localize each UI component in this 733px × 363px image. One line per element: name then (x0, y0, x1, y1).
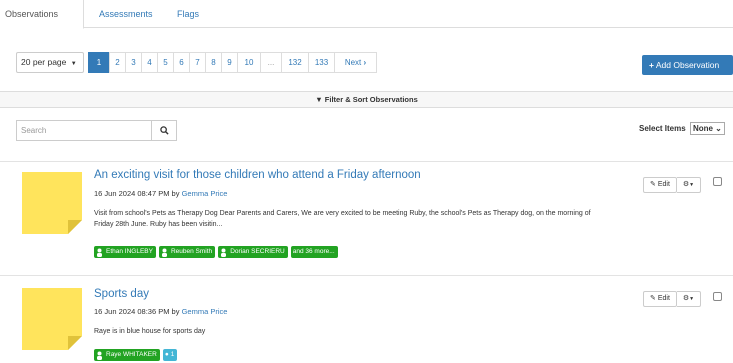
page-link[interactable]: 9 (221, 52, 238, 73)
comments-badge[interactable]: ● 1 (162, 349, 178, 361)
pencil-icon: ✎ (650, 295, 656, 302)
edit-label: Edit (657, 181, 670, 188)
add-observation-label: Add Observation (655, 60, 720, 70)
observation-description: Raye is in blue house for sports day (94, 328, 206, 335)
filter-icon: ▼ (315, 95, 323, 104)
divider (0, 275, 733, 276)
page-link[interactable]: 6 (173, 52, 190, 73)
plus-icon: + (649, 60, 654, 70)
child-tag[interactable]: Dorian SECRIERU (218, 246, 288, 258)
search-button[interactable] (151, 120, 177, 141)
tab-observations[interactable]: Observations (0, 0, 84, 29)
page-link[interactable]: 8 (205, 52, 222, 73)
page-link[interactable]: 10 (237, 52, 261, 73)
observation-meta: 16 Jun 2024 08:36 PM by Gemma Price (94, 307, 227, 316)
page-link[interactable]: 5 (157, 52, 174, 73)
per-page-label: 20 per page (21, 57, 67, 67)
select-items-label: Select Items (639, 124, 686, 133)
page-ellipsis: ... (260, 52, 282, 73)
page-link[interactable]: 4 (141, 52, 158, 73)
observation-date: 16 Jun 2024 08:47 PM by (94, 189, 180, 198)
select-checkbox[interactable] (713, 177, 722, 186)
select-items-value: None (692, 124, 713, 133)
select-checkbox[interactable] (713, 292, 722, 301)
pencil-icon: ✎ (650, 181, 656, 188)
child-tag[interactable]: Raye WHITAKER (94, 349, 160, 361)
page-link[interactable]: 133 (308, 52, 335, 73)
observations-panel: Observations Assessments Flags 20 per pa… (0, 0, 733, 363)
observation-author[interactable]: Gemma Price (182, 189, 228, 198)
caret-down-icon: ▼ (689, 182, 695, 188)
filter-label: Filter & Sort Observations (324, 95, 418, 104)
child-tag[interactable]: Reuben Smith (158, 246, 216, 258)
search-icon (159, 126, 169, 135)
options-menu-button[interactable]: ⚙▼ (677, 291, 701, 307)
child-tag-label: Ethan INGLEBY (106, 248, 153, 255)
edit-button[interactable]: ✎ Edit (643, 177, 677, 193)
child-tag-label: Raye WHITAKER (106, 351, 157, 358)
person-icon (97, 351, 102, 360)
add-observation-button[interactable]: + Add Observation (642, 55, 733, 75)
page-link[interactable]: 7 (189, 52, 206, 73)
child-tags: Ethan INGLEBY Reuben Smith Dorian SECRIE… (94, 246, 341, 258)
caret-down-icon: ▼ (70, 61, 77, 67)
child-tag[interactable]: Ethan INGLEBY (94, 246, 156, 258)
chevron-right-icon: › (363, 58, 367, 67)
search-input[interactable]: Search (16, 120, 151, 141)
observation-meta: 16 Jun 2024 08:47 PM by Gemma Price (94, 189, 227, 198)
sticky-note-icon (22, 288, 82, 350)
comment-count: 1 (170, 351, 175, 358)
child-tag-label: Reuben Smith (170, 248, 213, 255)
next-page-button[interactable]: Next › (334, 52, 377, 73)
caret-down-icon: ▼ (689, 296, 695, 302)
more-tags-badge[interactable]: and 36 more... (290, 246, 338, 258)
child-tags: Raye WHITAKER ● 1 (94, 349, 180, 361)
edit-button[interactable]: ✎ Edit (643, 291, 677, 307)
edit-label: Edit (657, 295, 670, 302)
chevron-down-icon: ⌄ (715, 124, 722, 133)
observation-date: 16 Jun 2024 08:36 PM by (94, 307, 180, 316)
options-menu-button[interactable]: ⚙▼ (677, 177, 701, 193)
person-icon (221, 248, 227, 257)
sticky-note-icon (22, 172, 82, 234)
comment-icon: ● (164, 351, 169, 358)
per-page-select[interactable]: 20 per page ▼ (16, 52, 84, 73)
next-label: Next (344, 58, 362, 67)
observation-author[interactable]: Gemma Price (182, 307, 228, 316)
pagination: 1 2 3 4 5 6 7 8 9 10 ... 132 133 Next › (88, 52, 377, 73)
divider (0, 161, 733, 162)
page-link[interactable]: 1 (88, 52, 110, 73)
page-link[interactable]: 2 (109, 52, 126, 73)
observation-title[interactable]: Sports day (94, 288, 149, 300)
tab-assessments[interactable]: Assessments (99, 0, 153, 28)
select-items: Select Items None ⌄ (639, 122, 725, 135)
observation-title[interactable]: An exciting visit for those children who… (94, 169, 421, 181)
person-icon (97, 248, 102, 257)
tab-flags[interactable]: Flags (177, 0, 199, 28)
search-placeholder: Search (21, 126, 47, 135)
person-icon (161, 248, 167, 257)
tab-bar: Observations Assessments Flags (0, 0, 733, 29)
child-tag-label: Dorian SECRIERU (230, 248, 285, 255)
observation-description: Visit from school's Pets as Therapy Dog … (94, 210, 591, 228)
select-items-dropdown[interactable]: None ⌄ (689, 122, 725, 135)
page-link[interactable]: 3 (125, 52, 142, 73)
page-link[interactable]: 132 (281, 52, 309, 73)
filter-sort-toggle[interactable]: ▼ Filter & Sort Observations (0, 91, 733, 108)
